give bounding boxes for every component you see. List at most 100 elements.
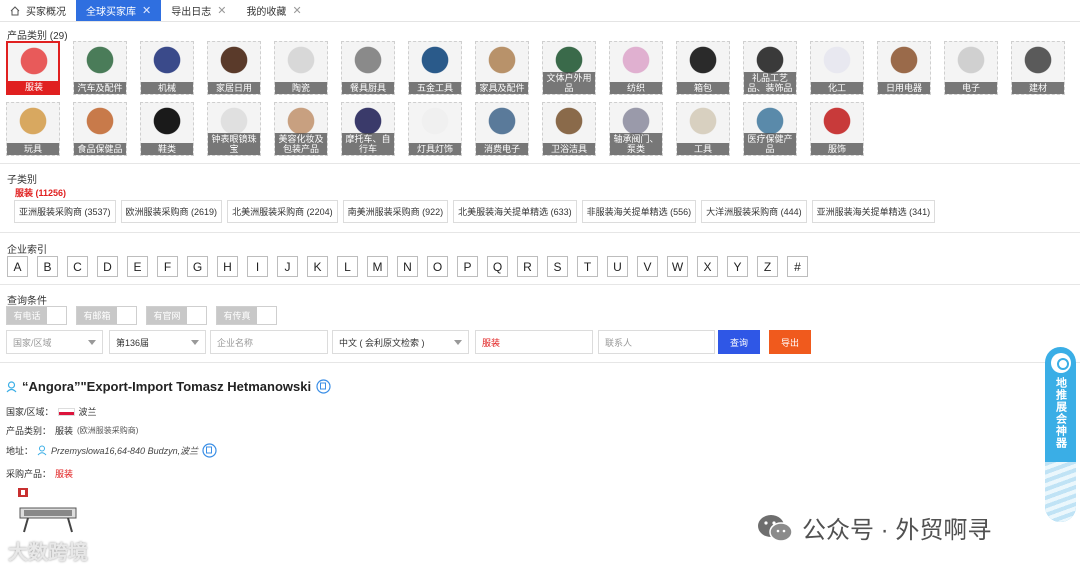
category-apparel[interactable]: 服饰 [810, 102, 864, 156]
letter-index-item[interactable]: H [217, 256, 238, 277]
category-clothing[interactable]: 服装 [6, 41, 60, 95]
category-label: 电子 [945, 82, 997, 94]
category-appliances[interactable]: 日用电器 [877, 41, 931, 95]
letter-index-item[interactable]: K [307, 256, 328, 277]
letter-index-item[interactable]: L [337, 256, 358, 277]
category-toys[interactable]: 玩具 [6, 102, 60, 156]
close-icon[interactable]: ✕ [292, 4, 301, 17]
category-machinery[interactable]: 机械 [140, 41, 194, 95]
letter-index-item[interactable]: W [667, 256, 688, 277]
category-hardware[interactable]: 五金工具 [408, 41, 462, 95]
category-label: 建材 [1012, 82, 1064, 94]
company-name-input[interactable]: 企业名称 [210, 330, 328, 354]
letter-index-item[interactable]: M [367, 256, 388, 277]
copy-icon[interactable] [316, 379, 331, 394]
auto-parts-icon [74, 42, 126, 82]
close-icon[interactable]: ✕ [142, 4, 151, 17]
machinery-icon [141, 42, 193, 82]
category-ceramics[interactable]: 陶瓷 [274, 41, 328, 95]
export-button[interactable]: 导出 [769, 330, 811, 354]
subcategory-chip[interactable]: 北美洲服装采购商 (2204) [227, 200, 338, 223]
category-electronics[interactable]: 电子 [944, 41, 998, 95]
category-textile[interactable]: 纺织 [609, 41, 663, 95]
letter-index-item[interactable]: T [577, 256, 598, 277]
letter-index-item[interactable]: G [187, 256, 208, 277]
tab-buyer-overview[interactable]: 买家概况 [0, 0, 76, 21]
letter-index-item[interactable]: D [97, 256, 118, 277]
category-motorcycle-bike[interactable]: 摩托车、自行车 [341, 102, 395, 156]
category-auto-parts[interactable]: 汽车及配件 [73, 41, 127, 95]
category-chemical[interactable]: 化工 [810, 41, 864, 95]
has-email-toggle[interactable]: 有邮箱 [76, 306, 137, 325]
category-food-health[interactable]: 食品保健品 [73, 102, 127, 156]
has-website-toggle[interactable]: 有官网 [146, 306, 207, 325]
company-name[interactable]: “Angora”"Export-Import Tomasz Hetmanowsk… [22, 379, 311, 394]
category-sports-outdoor[interactable]: 文体户外用品 [542, 41, 596, 95]
side-promo-widget[interactable]: 地推展会神器 [1045, 347, 1076, 522]
letter-index-item[interactable]: Z [757, 256, 778, 277]
tab-export-log[interactable]: 导出日志 ✕ [161, 0, 236, 21]
category-tools[interactable]: 工具 [676, 102, 730, 156]
letter-index-item[interactable]: R [517, 256, 538, 277]
language-select[interactable]: 中文 ( 会利原文检索 ) [332, 330, 469, 354]
language-value: 中文 ( 会利原文检索 ) [339, 337, 425, 348]
keyword-input[interactable]: 服装 [475, 330, 593, 354]
letter-index-item[interactable]: # [787, 256, 808, 277]
has-fax-toggle[interactable]: 有传真 [216, 306, 277, 325]
category-label: 玩具 [7, 143, 59, 155]
letter-index-item[interactable]: V [637, 256, 658, 277]
letter-index-item[interactable]: X [697, 256, 718, 277]
category-label: 产品类别： [6, 426, 52, 436]
category-building-materials[interactable]: 建材 [1011, 41, 1065, 95]
close-icon[interactable]: ✕ [217, 4, 226, 17]
letter-index-item[interactable]: S [547, 256, 568, 277]
divider [0, 362, 1080, 363]
category-shoes[interactable]: 鞋类 [140, 102, 194, 156]
subcategory-chip[interactable]: 欧洲服装采购商 (2619) [120, 200, 223, 223]
tab-label: 买家概况 [26, 7, 66, 18]
letter-index-item[interactable]: A [7, 256, 28, 277]
letter-index-item[interactable]: U [607, 256, 628, 277]
subcategory-chip[interactable]: 北美服装海关提单精选 (633) [453, 200, 577, 223]
category-label: 鞋类 [141, 143, 193, 155]
contact-input[interactable]: 联系人 [598, 330, 715, 354]
has-phone-toggle[interactable]: 有电话 [6, 306, 67, 325]
category-home-goods[interactable]: 家居日用 [207, 41, 261, 95]
session-select[interactable]: 第136届 [109, 330, 206, 354]
letter-index-item[interactable]: Q [487, 256, 508, 277]
purchase-row: 采购产品： 服装 [6, 467, 73, 480]
purchase-label: 采购产品： [6, 469, 52, 479]
category-lighting[interactable]: 灯具灯饰 [408, 102, 462, 156]
subcategory-chip[interactable]: 大洋洲服装采购商 (444) [701, 200, 807, 223]
category-bearings-valves[interactable]: 轴承阀门、泵类 [609, 102, 663, 156]
letter-index-item[interactable]: F [157, 256, 178, 277]
subcategory-chip[interactable]: 南美洲服装采购商 (922) [342, 200, 449, 223]
category-medical[interactable]: 医疗保健产品 [743, 102, 797, 156]
tab-my-favorites[interactable]: 我的收藏 ✕ [236, 0, 311, 21]
letter-index-item[interactable]: B [37, 256, 58, 277]
category-watches-jewelry[interactable]: 钟表眼镜珠宝 [207, 102, 261, 156]
letter-index-item[interactable]: J [277, 256, 298, 277]
letter-index-item[interactable]: P [457, 256, 478, 277]
category-gifts-crafts[interactable]: 礼品工艺品、装饰品 [743, 41, 797, 95]
tab-global-buyer-db[interactable]: 全球买家库 ✕ [76, 0, 162, 21]
category-consumer-electronics[interactable]: 消费电子 [475, 102, 529, 156]
copy-icon[interactable] [202, 443, 217, 458]
category-cosmetics[interactable]: 美容化妆及包装产品 [274, 102, 328, 156]
category-sanitary-ware[interactable]: 卫浴洁具 [542, 102, 596, 156]
letter-index-item[interactable]: N [397, 256, 418, 277]
subcategory-chip[interactable]: 亚洲服装采购商 (3537) [14, 200, 116, 223]
subcategory-chip[interactable]: 非服装海关提单精选 (556) [581, 200, 697, 223]
category-luggage[interactable]: 箱包 [676, 41, 730, 95]
letter-index-item[interactable]: O [427, 256, 448, 277]
search-button[interactable]: 查询 [718, 330, 760, 354]
shoes-icon [141, 103, 193, 143]
letter-index-item[interactable]: E [127, 256, 148, 277]
category-furniture[interactable]: 家具及配件 [475, 41, 529, 95]
subcategory-chip[interactable]: 亚洲服装海关提单精选 (341) [811, 200, 936, 223]
letter-index-item[interactable]: C [67, 256, 88, 277]
letter-index-item[interactable]: I [247, 256, 268, 277]
category-kitchenware[interactable]: 餐具厨具 [341, 41, 395, 95]
letter-index-item[interactable]: Y [727, 256, 748, 277]
country-select[interactable]: 国家/区域 [6, 330, 103, 354]
